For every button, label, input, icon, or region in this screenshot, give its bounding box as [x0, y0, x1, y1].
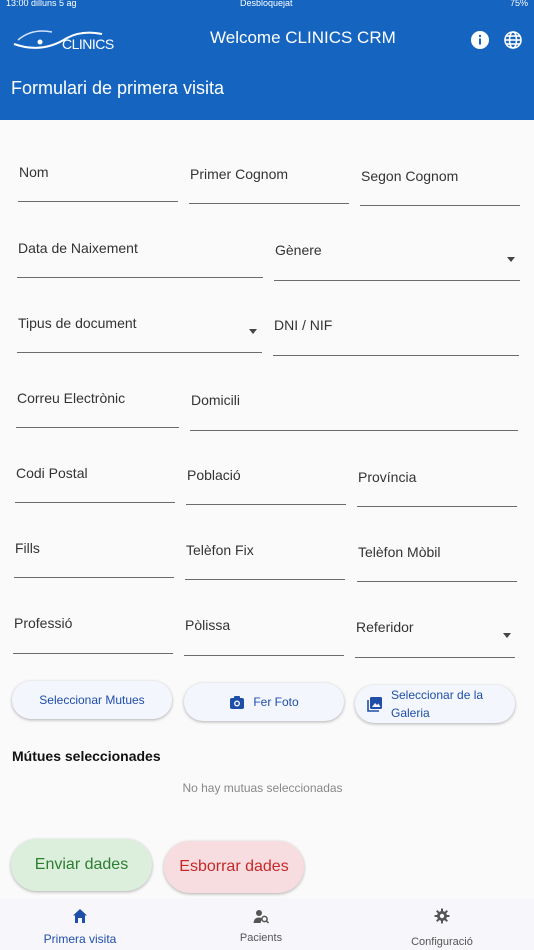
nav-pacients-label: Pacients: [239, 932, 283, 944]
referidor-underline: [355, 657, 515, 658]
enviar-dades-label: Enviar dades: [34, 856, 129, 873]
domicili-underline: [190, 430, 518, 431]
status-battery: 75%: [509, 0, 528, 8]
gear-icon: [434, 908, 450, 924]
app-bar: CLINICS Welcome CLINICS CRM Formulari de…: [0, 10, 534, 120]
logo-text: CLINICS: [62, 36, 114, 52]
primer-cognom-label: Primer Cognom: [190, 166, 289, 182]
data-naixement-label: Data de Naixement: [18, 240, 138, 256]
data-naixement-underline: [17, 277, 263, 278]
poblacio-label: Població: [187, 467, 241, 483]
galeria-label-line1: Seleccionar de la: [391, 688, 484, 702]
correu-underline: [16, 427, 179, 428]
clinics-logo: CLINICS: [12, 24, 114, 54]
page-title: Formulari de primera visita: [11, 78, 225, 98]
fer-foto-label: Fer Foto: [253, 695, 299, 709]
nav-configuracio[interactable]: Configuració: [377, 898, 507, 950]
dni-underline: [273, 355, 519, 356]
status-bar: 13:00 dilluns 5 ag Desbloquejat 75%: [0, 0, 534, 10]
polissa-underline: [184, 655, 344, 656]
seleccionar-mutues-label: Seleccionar Mutues: [39, 693, 145, 707]
info-icon[interactable]: [470, 30, 490, 50]
referidor-label: Referidor: [356, 619, 414, 635]
seleccionar-galeria-label: Seleccionar de la Galeria: [391, 686, 483, 722]
provincia-label: Província: [358, 469, 417, 485]
nom-underline: [18, 201, 178, 202]
galeria-label-line2: Galeria: [391, 706, 430, 720]
tipus-document-underline: [17, 352, 262, 353]
codi-postal-label: Codi Postal: [16, 465, 88, 481]
segon-cognom-underline: [360, 205, 520, 206]
nav-pacients[interactable]: Pacients: [196, 898, 326, 950]
mutues-empty-message: No hay mutuas seleccionadas: [182, 781, 343, 795]
chevron-down-icon: [507, 257, 515, 262]
person-search-icon: [253, 910, 269, 924]
codi-postal-underline: [15, 502, 175, 503]
chevron-down-icon: [249, 329, 257, 334]
home-icon: [73, 909, 87, 923]
genere-underline: [274, 280, 520, 281]
esborrar-dades-button[interactable]: Esborrar dades: [164, 841, 304, 893]
telefon-mobil-underline: [357, 581, 517, 582]
dni-label: DNI / NIF: [274, 317, 333, 333]
genere-label: Gènere: [275, 242, 322, 258]
telefon-mobil-label: Telèfon Mòbil: [358, 544, 441, 560]
primer-cognom-underline: [189, 203, 349, 204]
seleccionar-galeria-button[interactable]: Seleccionar de la Galeria: [355, 685, 515, 723]
poblacio-underline: [186, 504, 346, 505]
enviar-dades-button[interactable]: Enviar dades: [11, 839, 152, 891]
nav-primera-visita-label: Primera visita: [43, 932, 117, 946]
fer-foto-button[interactable]: Fer Foto: [184, 683, 344, 721]
fills-label: Fills: [15, 540, 40, 556]
status-lock: Desbloquejat: [240, 0, 293, 8]
provincia-underline: [357, 506, 517, 507]
correu-label: Correu Electrònic: [17, 390, 126, 406]
professio-label: Professió: [14, 615, 73, 631]
tipus-document-label: Tipus de document: [18, 315, 137, 331]
nom-label: Nom: [19, 164, 49, 180]
camera-icon: [230, 695, 245, 709]
status-time: 13:00 dilluns 5 ag: [6, 0, 77, 8]
seleccionar-mutues-button[interactable]: Seleccionar Mutues: [12, 681, 172, 719]
bottom-nav: Primera visita Pacients Configuració: [0, 898, 534, 950]
chevron-down-icon: [503, 633, 511, 638]
nav-primera-visita[interactable]: Primera visita: [15, 898, 145, 950]
mutues-heading: Mútues seleccionades: [12, 748, 161, 764]
app-title: Welcome CLINICS CRM: [210, 28, 396, 47]
telefon-fix-label: Telèfon Fix: [186, 542, 254, 558]
segon-cognom-label: Segon Cognom: [361, 168, 459, 184]
fills-underline: [14, 577, 174, 578]
domicili-label: Domicili: [191, 392, 240, 408]
esborrar-dades-label: Esborrar dades: [179, 858, 289, 875]
nav-configuracio-label: Configuració: [411, 936, 473, 948]
professio-underline: [13, 653, 173, 654]
globe-icon[interactable]: [503, 30, 523, 50]
polissa-label: Pòlissa: [185, 617, 231, 633]
gallery-icon: [367, 697, 382, 712]
telefon-fix-underline: [185, 579, 345, 580]
